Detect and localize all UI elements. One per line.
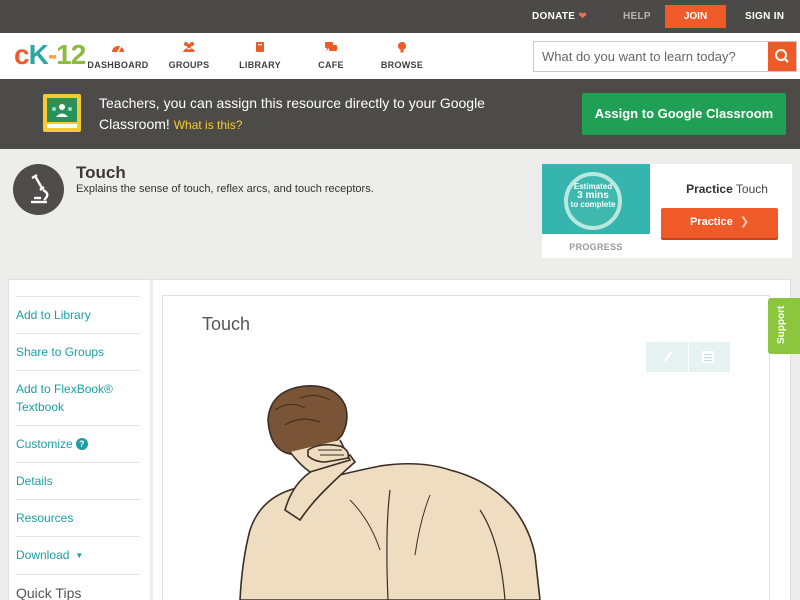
google-classroom-icon — [43, 94, 81, 132]
concept-title: Touch — [76, 163, 126, 182]
add-to-flexbook-link[interactable]: Add to FlexBook® Textbook — [16, 370, 140, 425]
concept-description: Explains the sense of touch, reflex arcs… — [76, 183, 374, 195]
nav-groups[interactable]: GROUPS — [154, 41, 224, 70]
support-tab[interactable]: Support — [768, 298, 800, 354]
donate-link[interactable]: DONATE ❤ — [532, 11, 587, 22]
what-is-this-link[interactable]: What is this? — [174, 118, 243, 132]
heart-icon: ❤ — [578, 11, 588, 22]
search-box — [533, 41, 797, 72]
practice-card: Estimated 3 mins to complete PROGRESS Pr… — [542, 164, 792, 258]
assign-to-google-classroom-button[interactable]: Assign to Google Classroom — [582, 93, 786, 135]
help-icon[interactable]: ? — [75, 438, 88, 450]
search-button[interactable] — [768, 42, 796, 71]
help-link[interactable]: HELP — [623, 11, 651, 22]
cafe-icon — [325, 42, 337, 51]
quick-tips-heading[interactable]: Quick Tips — [16, 574, 140, 600]
nav-library[interactable]: LIBRARY — [225, 41, 295, 70]
customize-link[interactable]: Customize? — [16, 425, 140, 462]
join-button[interactable]: JOIN — [665, 5, 726, 28]
dashboard-icon — [112, 45, 124, 53]
touch-illustration — [239, 385, 541, 600]
add-to-library-link[interactable]: Add to Library — [16, 296, 140, 333]
nav-dashboard[interactable]: DASHBOARD — [83, 41, 153, 70]
pencil-icon[interactable] — [658, 347, 678, 367]
library-icon — [256, 42, 264, 52]
chevron-right-icon: ❯ — [739, 216, 750, 228]
nav-browse[interactable]: BROWSE — [367, 41, 437, 70]
practice-button[interactable]: Practice ❯ — [661, 208, 778, 238]
microscope-icon — [13, 164, 64, 215]
ck12-logo[interactable]: cK-12 — [14, 39, 86, 71]
nav-bar: cK-12 DASHBOARD GROUPS LIBRARY CAFE BROW… — [0, 33, 800, 79]
details-link[interactable]: Details — [16, 462, 140, 499]
banner-text: Teachers, you can assign this resource d… — [99, 95, 485, 132]
download-link[interactable]: Download ▼ — [16, 536, 140, 574]
content-title: Touch — [202, 314, 251, 334]
nav-cafe[interactable]: CAFE — [296, 41, 366, 70]
share-to-groups-link[interactable]: Share to Groups — [16, 333, 140, 370]
resources-link[interactable]: Resources — [16, 499, 140, 536]
progress-label[interactable]: PROGRESS — [542, 242, 650, 252]
practice-title: Practice Touch — [686, 182, 768, 196]
practice-image: Estimated 3 mins to complete — [542, 164, 650, 234]
notes-icon[interactable] — [698, 347, 718, 367]
caret-down-icon: ▼ — [75, 551, 84, 560]
search-input[interactable] — [534, 42, 769, 71]
browse-icon — [398, 42, 406, 53]
groups-icon — [183, 42, 195, 52]
top-bar: DONATE ❤ HELP JOIN SIGN IN — [0, 0, 800, 33]
sidebar: Add to Library Share to Groups Add to Fl… — [16, 296, 140, 600]
search-icon — [775, 49, 789, 63]
sign-in-link[interactable]: SIGN IN — [745, 11, 784, 22]
